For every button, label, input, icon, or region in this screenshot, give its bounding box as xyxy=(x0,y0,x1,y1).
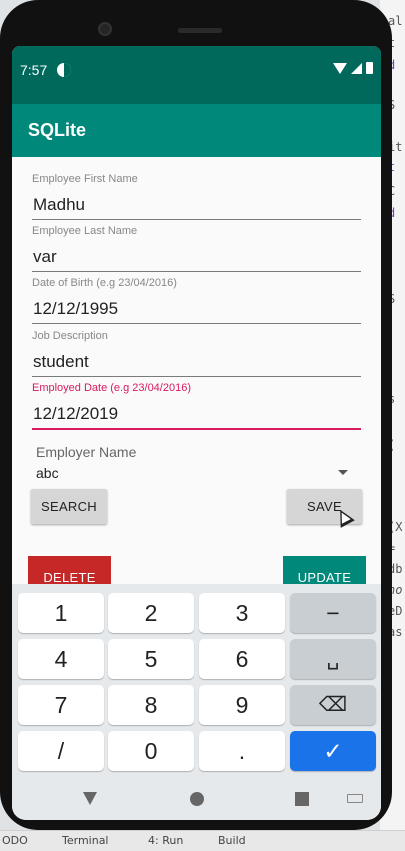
status-bar: 7:57 xyxy=(12,46,381,104)
screenshot-root: al t d S it t C d S s ( (X = db ho eD as… xyxy=(0,0,405,851)
ide-terminal-tab[interactable]: Terminal xyxy=(62,834,109,847)
first-name-field[interactable]: Employee First Name Madhu xyxy=(32,172,361,220)
ide-run-tab[interactable]: 4: Run xyxy=(148,834,183,847)
key-0[interactable]: 0 xyxy=(108,731,194,771)
dob-input[interactable]: 12/12/1995 xyxy=(32,298,361,320)
first-name-input[interactable]: Madhu xyxy=(32,194,361,216)
key-9[interactable]: 9 xyxy=(199,685,285,725)
key-slash[interactable]: / xyxy=(18,731,104,771)
done-check-icon[interactable]: ✓ xyxy=(290,731,376,771)
home-icon[interactable] xyxy=(190,792,204,806)
status-icons xyxy=(333,62,373,74)
key-3[interactable]: 3 xyxy=(199,593,285,633)
field-underline xyxy=(32,323,361,324)
app-title: SQLite xyxy=(28,120,87,140)
battery-icon xyxy=(366,62,373,74)
first-name-label: Employee First Name xyxy=(32,173,138,185)
status-time: 7:57 xyxy=(20,62,48,78)
space-key-icon[interactable]: ␣ xyxy=(290,639,376,679)
last-name-label: Employee Last Name xyxy=(32,225,138,237)
employed-date-field[interactable]: Employed Date (e.g 23/04/2016) 12/12/201… xyxy=(32,381,361,430)
recents-icon[interactable] xyxy=(295,792,309,806)
employer-name-label: Employer Name xyxy=(36,444,137,460)
key-2[interactable]: 2 xyxy=(108,593,194,633)
update-button[interactable]: UPDATE xyxy=(283,556,366,586)
data-saver-icon xyxy=(57,63,71,77)
camera-icon xyxy=(98,22,112,36)
key-minus[interactable]: − xyxy=(290,593,376,633)
field-underline-focused xyxy=(32,428,361,430)
dropdown-arrow-icon[interactable] xyxy=(338,470,348,475)
job-description-input[interactable]: student xyxy=(32,351,361,373)
job-description-field[interactable]: Job Description student xyxy=(32,329,361,377)
job-description-label: Job Description xyxy=(32,330,108,342)
employer-spinner[interactable]: abc xyxy=(36,465,59,481)
delete-button[interactable]: DELETE xyxy=(28,556,111,586)
last-name-input[interactable]: var xyxy=(32,246,361,268)
phone-screen: 7:57 SQLite Employee First Name Madhu Em… xyxy=(12,46,381,820)
ide-build-tab[interactable]: Build xyxy=(218,834,246,847)
key-1[interactable]: 1 xyxy=(18,593,104,633)
ide-tool-strip: ODO Terminal 4: Run Build xyxy=(0,830,405,851)
earpiece xyxy=(178,28,222,33)
key-4[interactable]: 4 xyxy=(18,639,104,679)
dob-label: Date of Birth (e.g 23/04/2016) xyxy=(32,277,177,289)
last-name-field[interactable]: Employee Last Name var xyxy=(32,224,361,272)
phone-frame: 7:57 SQLite Employee First Name Madhu Em… xyxy=(0,0,392,830)
field-underline xyxy=(32,219,361,220)
key-6[interactable]: 6 xyxy=(199,639,285,679)
navigation-bar xyxy=(12,778,381,820)
key-period[interactable]: . xyxy=(199,731,285,771)
back-icon[interactable] xyxy=(83,792,97,805)
field-underline xyxy=(32,271,361,272)
employed-date-label: Employed Date (e.g 23/04/2016) xyxy=(32,382,191,394)
key-5[interactable]: 5 xyxy=(108,639,194,679)
numeric-keyboard: 1 2 3 − 4 5 6 ␣ 7 8 9 ⌫ / 0 . ✓ xyxy=(12,584,381,778)
ide-todo-tab[interactable]: ODO xyxy=(2,834,28,847)
employed-date-input[interactable]: 12/12/2019 xyxy=(32,403,361,425)
signal-icon xyxy=(351,62,362,74)
keyboard-switch-icon[interactable] xyxy=(347,794,363,803)
key-8[interactable]: 8 xyxy=(108,685,194,725)
key-7[interactable]: 7 xyxy=(18,685,104,725)
field-underline xyxy=(32,376,361,377)
dob-field[interactable]: Date of Birth (e.g 23/04/2016) 12/12/199… xyxy=(32,276,361,324)
search-button[interactable]: SEARCH xyxy=(31,489,107,524)
backspace-icon[interactable]: ⌫ xyxy=(290,685,376,725)
wifi-icon xyxy=(333,62,347,74)
app-bar: SQLite xyxy=(12,104,381,157)
